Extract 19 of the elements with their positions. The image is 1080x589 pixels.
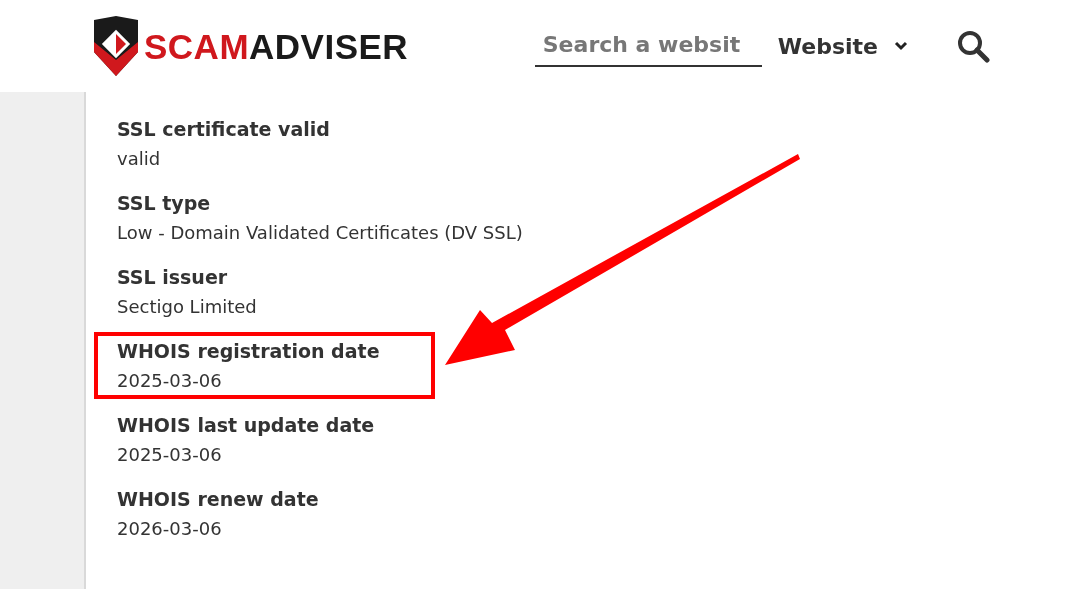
- site-logo[interactable]: SCAMADVISER: [92, 16, 409, 76]
- search-icon: [956, 29, 990, 63]
- shield-icon: [92, 16, 140, 76]
- detail-value: Low - Domain Validated Certificates (DV SSL): [117, 221, 523, 245]
- detail-value: valid: [117, 147, 162, 171]
- website-dropdown[interactable]: Website: [777, 29, 908, 63]
- detail-label: SSL certificate valid: [117, 117, 331, 142]
- detail-label: WHOIS renew date: [117, 487, 320, 512]
- detail-value: 2025-03-06: [117, 369, 223, 393]
- detail-label: SSL type: [117, 191, 212, 216]
- logo-wordmark: SCAMADVISER: [144, 28, 409, 64]
- detail-value: Sectigo Limited: [117, 295, 258, 319]
- caret-icon: [894, 41, 908, 51]
- detail-label: SSL issuer: [117, 265, 229, 290]
- detail-value: 2025-03-06: [117, 443, 223, 467]
- detail-value: 2026-03-06: [117, 517, 223, 541]
- search-button[interactable]: [956, 29, 990, 63]
- detail-label: WHOIS last update date: [117, 413, 376, 438]
- detail-label: WHOIS registration date: [117, 339, 381, 364]
